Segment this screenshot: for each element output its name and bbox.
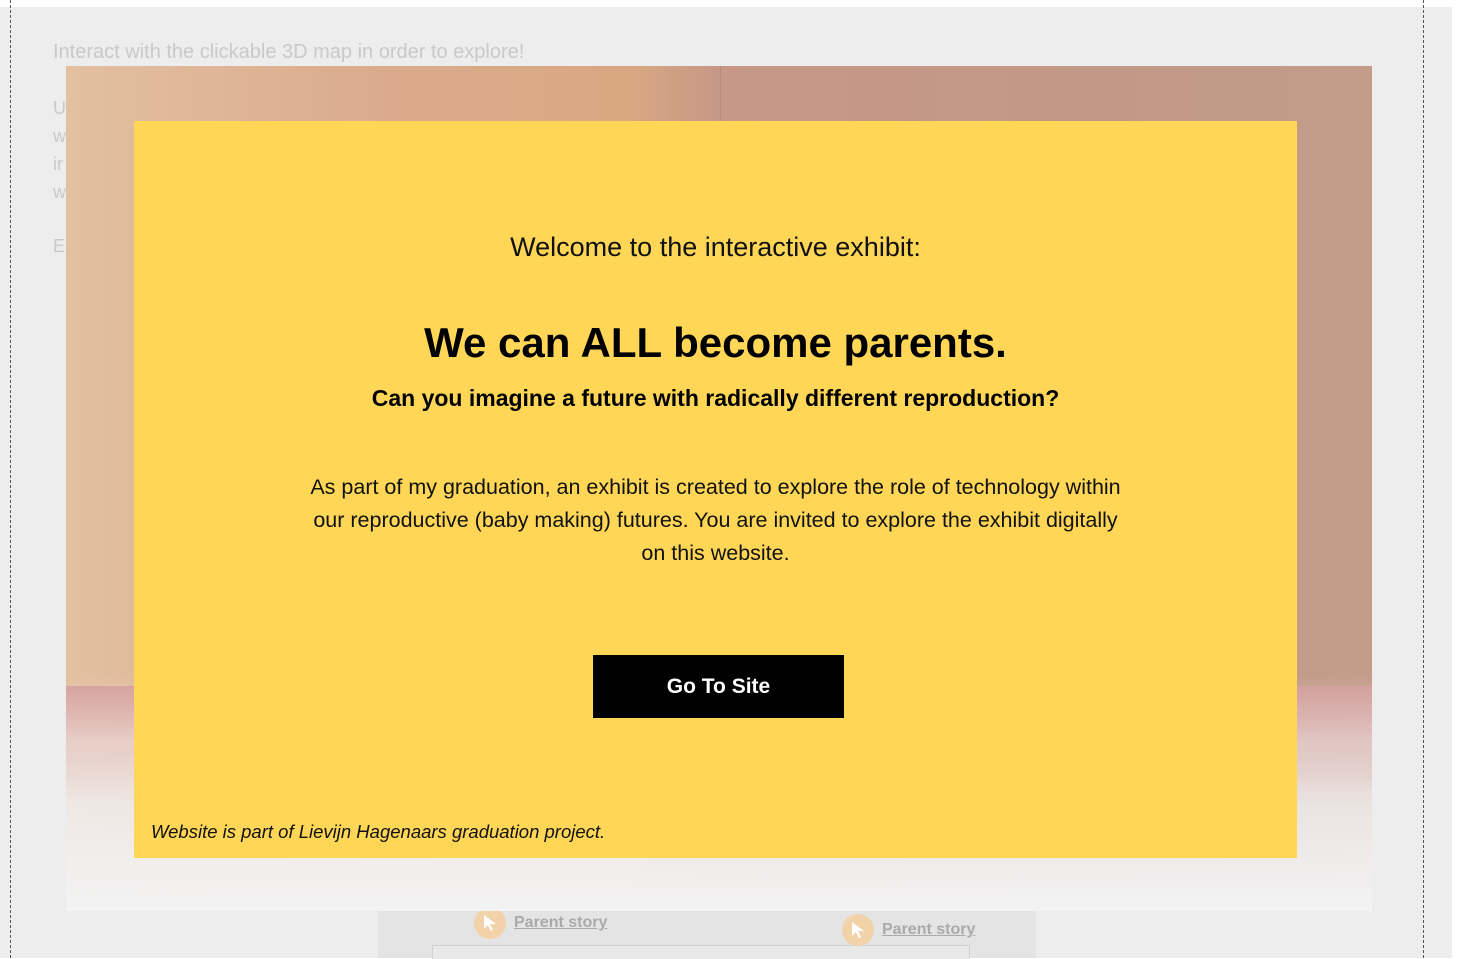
modal-footer-note: Website is part of Lievijn Hagenaars gra… xyxy=(151,821,606,842)
background-fragment: E xyxy=(53,236,66,256)
background-fragment: w xyxy=(53,126,66,146)
parent-story-link[interactable]: Parent story xyxy=(842,914,975,946)
background-intro-text: Interact with the clickable 3D map in or… xyxy=(53,41,525,63)
modal-welcome-text: Welcome to the interactive exhibit: xyxy=(510,232,921,262)
cursor-icon xyxy=(474,907,506,939)
modal-description: As part of my graduation, an exhibit is … xyxy=(310,475,1121,565)
modal-subheadline: Can you imagine a future with radically … xyxy=(371,385,1060,411)
left-guide-line xyxy=(10,0,11,958)
parent-story-label: Parent story xyxy=(882,921,976,938)
background-fragment: U xyxy=(53,98,66,118)
modal-headline: We can ALL become parents. xyxy=(424,319,1007,366)
parent-story-link[interactable]: Parent story xyxy=(474,907,607,939)
go-to-site-button[interactable]: Go To Site xyxy=(593,655,844,718)
right-guide-line xyxy=(1423,0,1424,958)
background-fragment: w xyxy=(53,182,66,202)
background-fragment: ir xyxy=(53,154,63,174)
cursor-icon xyxy=(842,914,874,946)
parent-story-label: Parent story xyxy=(514,914,608,931)
welcome-modal: Welcome to the interactive exhibit: We c… xyxy=(134,121,1297,858)
exhibit-platform-base xyxy=(432,945,970,959)
